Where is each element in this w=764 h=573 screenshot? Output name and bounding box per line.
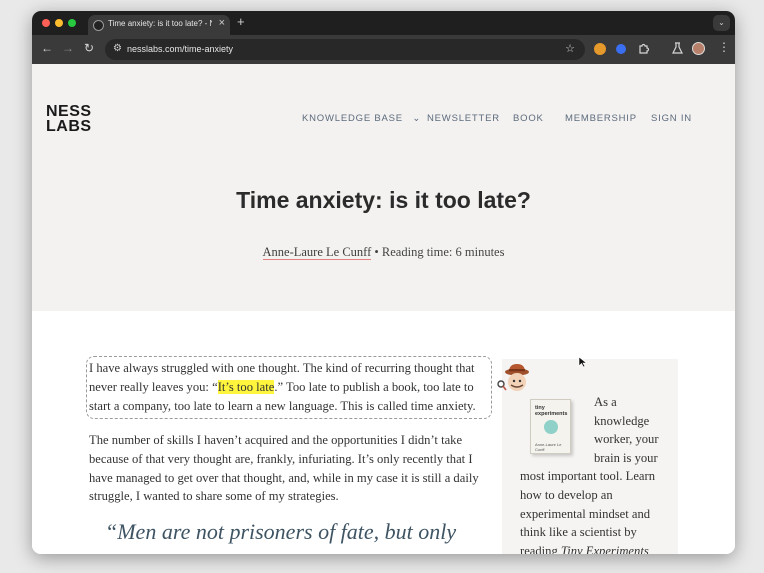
nav-membership[interactable]: MEMBERSHIP (565, 113, 637, 124)
promo-book-link[interactable]: Tiny Experiments (561, 544, 649, 554)
detective-avatar-icon (497, 364, 529, 391)
address-bar[interactable]: ⚙ nesslabs.com/time-anxiety ☆ (105, 39, 585, 60)
byline-separator: • (374, 245, 379, 259)
promo-text: As a knowledge worker, your brain is you… (520, 393, 670, 554)
site-logo[interactable]: NESS LABS (46, 103, 92, 135)
browser-menu-icon[interactable]: ⋮ (718, 40, 730, 54)
favicon-icon (93, 20, 104, 31)
pull-quote: “Men are not prisoners of fate, but only (105, 519, 457, 544)
article-body: I have always struggled with one thought… (86, 356, 492, 542)
page-title: Time anxiety: is it too late? (236, 187, 531, 213)
bookmark-star-icon[interactable]: ☆ (565, 42, 575, 55)
extension-blue-icon[interactable] (616, 44, 626, 54)
tab-bar: Time anxiety: is it too late? - Ness Lab… (32, 11, 735, 35)
nav-knowledge-base[interactable]: KNOWLEDGE BASE ⌄ (302, 113, 421, 124)
nav-knowledge-base-label: KNOWLEDGE BASE (302, 113, 403, 124)
site-info-icon[interactable]: ⚙ (113, 43, 122, 54)
browser-toolbar: ← → ↻ ⚙ nesslabs.com/time-anxiety ☆ ⋮ (32, 35, 735, 64)
nav-newsletter[interactable]: NEWSLETTER (427, 113, 500, 124)
puzzle-icon[interactable] (638, 42, 650, 54)
logo-line-1: NESS (46, 103, 92, 120)
close-window-button[interactable] (42, 19, 50, 27)
paragraph-2: The number of skills I haven’t acquired … (89, 433, 479, 504)
flask-icon[interactable] (672, 42, 683, 54)
nav-book[interactable]: BOOK (513, 113, 544, 124)
profile-avatar-icon[interactable] (692, 42, 705, 55)
byline: Anne-Laure Le Cunff • Reading time: 6 mi… (32, 245, 735, 260)
extension-avatar-icon[interactable] (594, 43, 606, 55)
nav-sign-in[interactable]: SIGN IN (651, 113, 692, 124)
reload-button[interactable]: ↻ (84, 41, 94, 55)
logo-line-2: LABS (46, 118, 92, 135)
back-button[interactable]: ← (41, 41, 53, 55)
page-header: NESS LABS KNOWLEDGE BASE ⌄ NEWSLETTER BO… (32, 64, 735, 311)
reading-time: Reading time: 6 minutes (381, 245, 505, 259)
url-text[interactable]: nesslabs.com/time-anxiety (127, 44, 233, 54)
minimize-window-button[interactable] (55, 19, 63, 27)
mouse-cursor-icon (578, 356, 588, 368)
promo-spacer (520, 393, 594, 467)
web-page: NESS LABS KNOWLEDGE BASE ⌄ NEWSLETTER BO… (32, 64, 735, 554)
tab-close-icon[interactable]: × (219, 17, 225, 29)
maximize-window-button[interactable] (68, 19, 76, 27)
author-link[interactable]: Anne-Laure Le Cunff (262, 245, 372, 260)
forward-button[interactable]: → (62, 41, 74, 55)
selection-outline (86, 356, 492, 419)
browser-window: Time anxiety: is it too late? - Ness Lab… (32, 11, 735, 554)
new-tab-button[interactable]: + (237, 14, 245, 29)
tab-active[interactable]: Time anxiety: is it too late? - Ness Lab… (88, 15, 230, 35)
chevron-down-icon: ⌄ (412, 113, 422, 124)
chevron-down-icon[interactable]: ⌄ (713, 15, 730, 31)
tab-title: Time anxiety: is it too late? - Ness Lab… (108, 19, 212, 28)
